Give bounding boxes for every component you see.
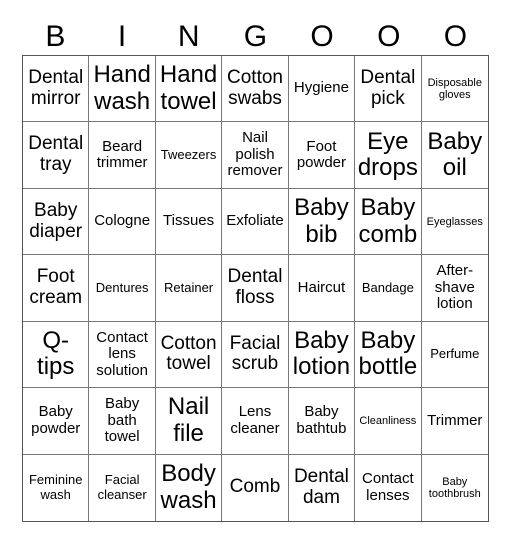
bingo-cell[interactable]: Contact lenses xyxy=(355,454,422,521)
bingo-cell[interactable]: Comb xyxy=(222,454,289,521)
bingo-cell[interactable]: Baby comb xyxy=(355,188,422,256)
header-letter: B xyxy=(45,20,66,53)
bingo-cell[interactable]: Retainer xyxy=(155,255,223,322)
bingo-cell[interactable]: Cotton swabs xyxy=(222,56,289,123)
bingo-cell[interactable]: Perfume xyxy=(421,322,488,389)
bingo-cell[interactable]: Dental dam xyxy=(289,454,356,521)
bingo-cell[interactable]: Baby oil xyxy=(421,122,488,189)
bingo-cell[interactable]: Facial cleanser xyxy=(89,454,156,521)
bingo-cell[interactable]: Baby lotion xyxy=(288,321,356,389)
bingo-cell[interactable]: Dentures xyxy=(89,255,156,322)
bingo-cell[interactable]: Body wash xyxy=(156,454,223,521)
bingo-cell[interactable]: Baby bath towel xyxy=(89,388,156,455)
bingo-cell[interactable]: Facial scrub xyxy=(222,321,289,389)
bingo-cell[interactable]: Feminine wash xyxy=(23,454,90,521)
bingo-cell[interactable]: Cotton towel xyxy=(155,321,223,389)
bingo-cell[interactable]: Nail file xyxy=(155,388,223,455)
bingo-cell[interactable]: Eyeglasses xyxy=(421,189,488,256)
bingo-cell[interactable]: Q-tips xyxy=(23,321,90,389)
bingo-cell[interactable]: Dental mirror xyxy=(23,56,90,123)
bingo-header: B I N G O O O xyxy=(22,18,489,56)
bingo-cell[interactable]: Eye drops xyxy=(355,122,422,189)
bingo-cell[interactable]: Lens cleaner xyxy=(222,388,289,455)
bingo-cell[interactable]: Hand wash xyxy=(89,56,156,123)
bingo-cell[interactable]: Baby bib xyxy=(288,188,356,256)
bingo-cell[interactable]: Cologne xyxy=(89,188,156,256)
bingo-cell[interactable]: Bandage xyxy=(355,255,422,322)
bingo-cell[interactable]: Tweezers xyxy=(155,122,223,189)
bingo-cell[interactable]: Baby diaper xyxy=(23,188,90,256)
bingo-cell[interactable]: Cleanliness xyxy=(355,388,422,455)
bingo-cell[interactable]: After-shave lotion xyxy=(421,255,488,322)
bingo-cell[interactable]: Hygiene xyxy=(288,56,356,123)
bingo-cell[interactable]: Dental floss xyxy=(222,255,289,322)
bingo-cell[interactable]: Trimmer xyxy=(421,388,488,455)
bingo-cell[interactable]: Dental pick xyxy=(355,56,422,123)
bingo-cell[interactable]: Baby bottle xyxy=(355,321,422,389)
bingo-cell[interactable]: Nail polish remover xyxy=(222,122,289,189)
header-letter: G xyxy=(243,20,268,53)
bingo-cell[interactable]: Tissues xyxy=(155,188,223,256)
header-letter: I xyxy=(117,20,127,53)
header-letter: O xyxy=(377,20,401,53)
bingo-cell[interactable]: Haircut xyxy=(288,255,356,322)
header-letter: O xyxy=(310,20,334,53)
bingo-cell[interactable]: Disposable gloves xyxy=(421,56,488,123)
bingo-cell[interactable]: Contact lens solution xyxy=(89,321,156,389)
bingo-board: Dental mirror Hand wash Hand towel Cotton s… xyxy=(22,55,489,522)
bingo-cell[interactable]: Exfoliate xyxy=(222,188,289,256)
bingo-cell[interactable]: Baby toothbrush xyxy=(422,455,488,521)
bingo-cell[interactable]: Hand towel xyxy=(155,56,223,123)
bingo-cell[interactable]: Foot powder xyxy=(288,122,356,189)
bingo-cell[interactable]: Dental tray xyxy=(23,122,90,189)
header-letter: N xyxy=(177,20,200,53)
header-letter: O xyxy=(443,20,468,53)
bingo-cell[interactable]: Foot cream xyxy=(23,255,90,322)
bingo-cell[interactable]: Beard trimmer xyxy=(89,122,156,189)
bingo-cell[interactable]: Baby bathtub xyxy=(288,388,356,455)
bingo-cell[interactable]: Baby powder xyxy=(23,388,90,455)
